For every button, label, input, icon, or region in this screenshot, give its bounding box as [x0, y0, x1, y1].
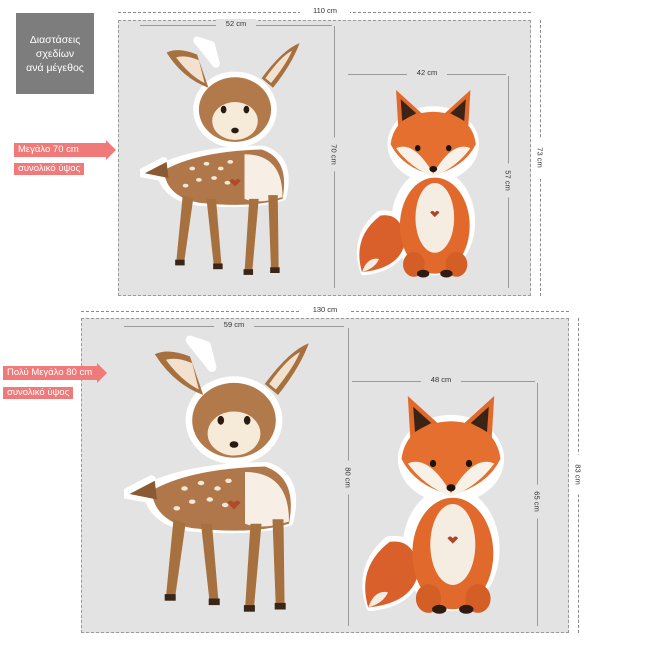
deer-sticker	[124, 330, 344, 625]
fox-width-label: 48 cm	[421, 375, 461, 384]
size-sublabel: συνολικό ύψος	[3, 387, 74, 399]
info-line-3: ανά μέγεθος	[26, 61, 84, 74]
arrow-head-icon	[106, 140, 116, 160]
deer-width-label: 59 cm	[214, 320, 254, 329]
fox-height-label: 57 cm	[503, 163, 513, 198]
total-width-label: 130 cm	[300, 305, 350, 314]
arrow-head-icon	[97, 363, 107, 383]
info-line-1: Διαστάσεις	[29, 33, 81, 46]
total-height-label: 73 cm	[535, 137, 545, 178]
total-height-label: 83 cm	[573, 454, 583, 495]
fox-sticker	[348, 78, 503, 288]
size-label: Πολύ Μεγάλο 80 cm	[7, 367, 93, 378]
size-sublabel: συνολικό ύψος	[14, 163, 85, 175]
size-arrow: Μεγάλο 70 cm	[14, 140, 116, 160]
size-label: Μεγάλο 70 cm	[18, 144, 79, 155]
fox-sticker	[352, 384, 532, 624]
info-line-2: σχεδίων	[35, 47, 75, 60]
fox-height-label: 65 cm	[532, 484, 542, 519]
info-box: Διαστάσεις σχεδίων ανά μέγεθος	[16, 13, 94, 94]
deer-width-label: 52 cm	[216, 19, 256, 28]
fox-width-label: 42 cm	[407, 68, 447, 77]
deer-height-label: 70 cm	[329, 137, 339, 172]
size-arrow: Πολύ Μεγάλο 80 cm	[3, 363, 107, 383]
total-width-label: 110 cm	[300, 6, 350, 15]
deer-sticker	[140, 28, 330, 290]
